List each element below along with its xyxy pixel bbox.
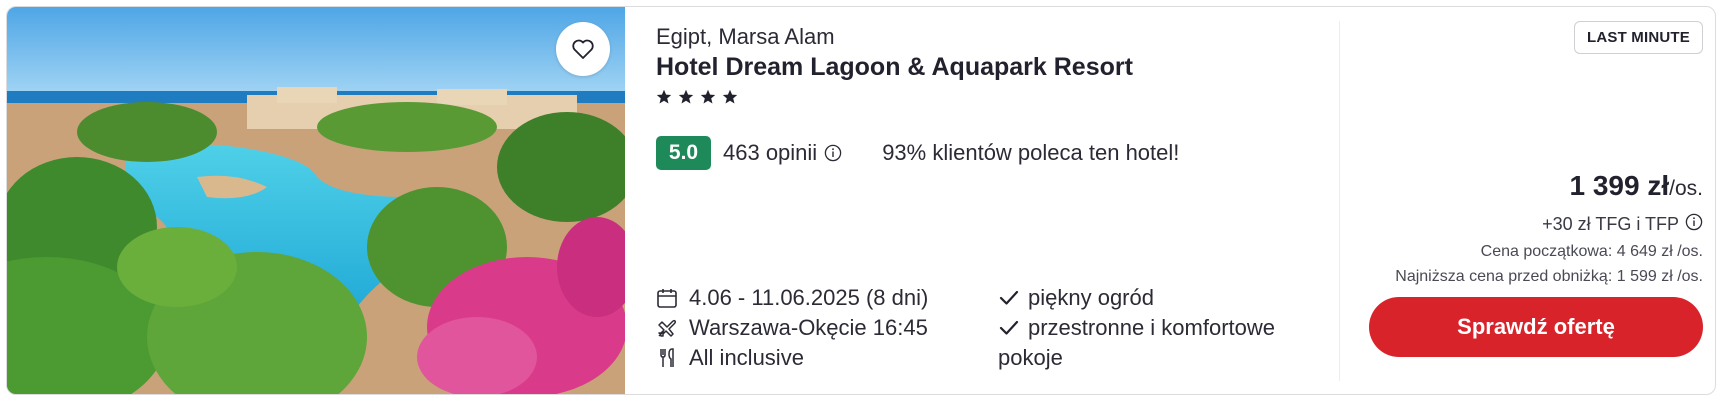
price-per-person: 1 399 zł/os. <box>1570 170 1704 202</box>
check-offer-button[interactable]: Sprawdź ofertę <box>1369 297 1703 357</box>
lowest-price: Najniższa cena przed obniżką: 1 599 zł /… <box>1395 268 1703 285</box>
trip-dates-text: 4.06 - 11.06.2025 (8 dni) <box>689 285 929 310</box>
trip-flight: Warszawa-Okęcie 16:45 <box>656 313 986 343</box>
hotel-location: Egipt, Marsa Alam <box>656 24 835 49</box>
star-icon <box>656 89 672 110</box>
star-icon <box>700 89 716 110</box>
feature-item: przestronne i komfortowe pokoje <box>998 313 1298 373</box>
check-icon <box>998 285 1020 305</box>
info-icon[interactable] <box>1685 213 1703 236</box>
feature-text: piękny ogród <box>1028 285 1154 310</box>
hotel-photo-illustration <box>7 7 625 394</box>
trip-board: All inclusive <box>656 343 986 373</box>
trip-flight-text: Warszawa-Okęcie 16:45 <box>689 315 928 340</box>
heart-icon <box>571 38 595 60</box>
price-fees-text: +30 zł TFG i TFP <box>1542 214 1679 234</box>
price-amount: 1 399 zł <box>1569 170 1670 201</box>
rating-badge: 5.0 <box>656 136 711 170</box>
star-icon <box>722 89 738 110</box>
price-unit: /os. <box>1669 177 1703 200</box>
last-minute-badge: LAST MINUTE <box>1573 21 1703 54</box>
rating-row: 5.0 463 opinii 93% klientów poleca ten h… <box>656 136 1179 170</box>
hotel-photo[interactable] <box>7 7 625 394</box>
favorite-button[interactable] <box>556 22 610 76</box>
trip-board-text: All inclusive <box>689 345 804 370</box>
hotel-features: piękny ogród przestronne i komfortowe po… <box>998 283 1298 373</box>
reviews-link[interactable]: 463 opinii <box>723 140 817 166</box>
star-icon <box>678 89 694 110</box>
feature-text: przestronne i komfortowe pokoje <box>998 315 1275 370</box>
trip-details: 4.06 - 11.06.2025 (8 dni) Warszawa-Okęci… <box>656 283 986 373</box>
hotel-info: Egipt, Marsa Alam Hotel Dream Lagoon & A… <box>656 7 1328 394</box>
offer-card[interactable]: Egipt, Marsa Alam Hotel Dream Lagoon & A… <box>6 6 1716 395</box>
column-divider <box>1339 21 1340 381</box>
price-fees: +30 zł TFG i TFP <box>1542 213 1703 236</box>
initial-price: Cena początkowa: 4 649 zł /os. <box>1480 243 1703 260</box>
hotel-stars <box>656 89 738 110</box>
hotel-name[interactable]: Hotel Dream Lagoon & Aquapark Resort <box>656 53 1133 82</box>
trip-dates: 4.06 - 11.06.2025 (8 dni) <box>656 283 986 313</box>
feature-item: piękny ogród <box>998 283 1298 313</box>
info-icon[interactable] <box>824 144 842 162</box>
price-section: LAST MINUTE 1 399 zł/os. +30 zł TFG i TF… <box>1347 7 1704 394</box>
cutlery-icon <box>656 347 678 369</box>
recommend-text: 93% klientów poleca ten hotel! <box>882 140 1180 165</box>
plane-icon <box>656 317 678 339</box>
calendar-icon <box>656 287 678 309</box>
check-icon <box>998 315 1020 335</box>
